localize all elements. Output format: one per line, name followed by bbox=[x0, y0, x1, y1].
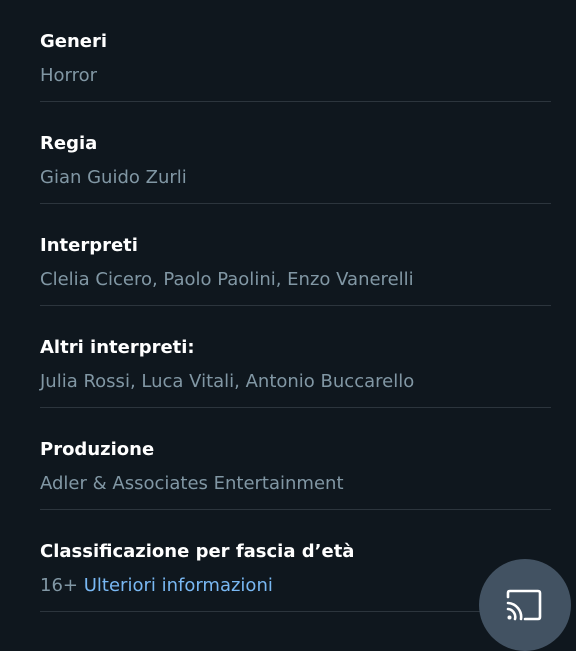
details-list: Generi Horror Regia Gian Guido Zurli Int… bbox=[40, 0, 551, 612]
production-label: Produzione bbox=[40, 439, 155, 460]
genres-label: Generi bbox=[40, 31, 108, 52]
genres-value: Horror bbox=[40, 65, 98, 86]
age-rating-section: Classificazione per fascia d’età 16+ Ult… bbox=[40, 510, 551, 612]
age-rating-label: Classificazione per fascia d’età bbox=[40, 541, 355, 562]
production-value: Adler & Associates Entertainment bbox=[40, 473, 344, 494]
cast-value: Clelia Cicero, Paolo Paolini, Enzo Vaner… bbox=[40, 269, 414, 290]
cast-button[interactable] bbox=[479, 559, 571, 651]
production-section: Produzione Adler & Associates Entertainm… bbox=[40, 408, 551, 510]
other-cast-label: Altri interpreti: bbox=[40, 337, 195, 358]
cast-section: Interpreti Clelia Cicero, Paolo Paolini,… bbox=[40, 204, 551, 306]
age-rating-value: 16+ Ulteriori informazioni bbox=[40, 575, 551, 597]
director-label: Regia bbox=[40, 133, 98, 154]
age-rating: 16+ bbox=[40, 575, 78, 596]
director-value: Gian Guido Zurli bbox=[40, 167, 187, 188]
director-section: Regia Gian Guido Zurli bbox=[40, 102, 551, 204]
cast-icon bbox=[506, 589, 542, 621]
more-info-link[interactable]: Ulteriori informazioni bbox=[84, 575, 273, 596]
genres-section: Generi Horror bbox=[40, 0, 551, 102]
other-cast-section: Altri interpreti: Julia Rossi, Luca Vita… bbox=[40, 306, 551, 408]
other-cast-value: Julia Rossi, Luca Vitali, Antonio Buccar… bbox=[40, 371, 415, 392]
cast-label: Interpreti bbox=[40, 235, 138, 256]
